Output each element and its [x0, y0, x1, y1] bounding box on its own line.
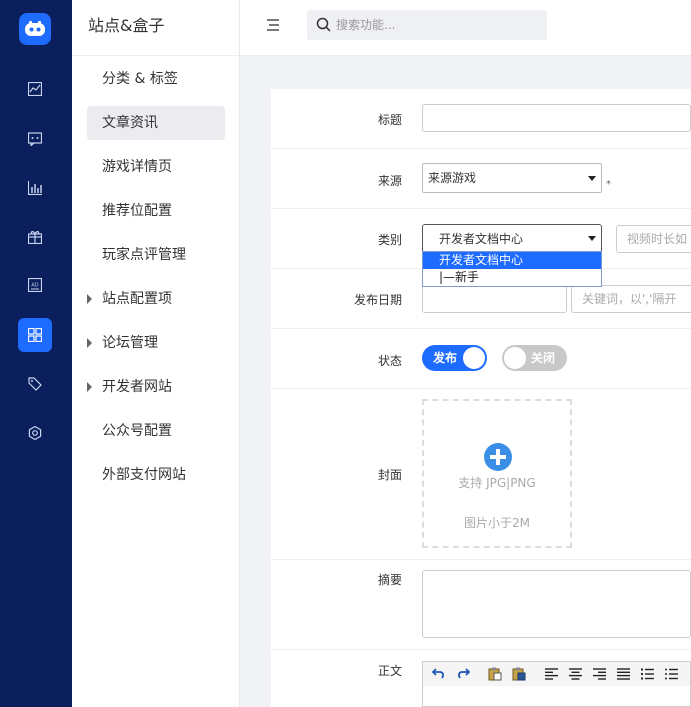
message-icon[interactable]: [18, 122, 52, 156]
paste-icon[interactable]: [487, 666, 503, 682]
sidebar-item-label: 推荐位配置: [102, 203, 172, 219]
video-duration-input[interactable]: 视频时长如: [616, 225, 691, 253]
sidebar-item-forum[interactable]: 论坛管理: [87, 326, 225, 360]
sidebar-item-label: 玩家点评管理: [102, 247, 186, 263]
category-dropdown: 开发者文档中心 |—新手: [422, 251, 602, 287]
search-placeholder: 搜索功能...: [336, 18, 396, 32]
gift-icon[interactable]: [18, 220, 52, 254]
body-label: 正文: [377, 664, 402, 678]
category-select[interactable]: 开发者文档中心: [422, 224, 602, 254]
sidebar-item-developer-site[interactable]: 开发者网站: [87, 370, 225, 404]
sidebar-title: 站点&盒子: [72, 0, 239, 56]
sidebar-item-label: 公众号配置: [102, 423, 172, 439]
cover-upload[interactable]: 支持 JPG|PNG 图片小于2M: [422, 399, 572, 548]
settings-icon[interactable]: [18, 416, 52, 450]
caret-right-icon: [87, 338, 92, 348]
align-right-icon[interactable]: [591, 666, 607, 682]
publish-toggle[interactable]: 发布: [422, 345, 487, 371]
summary-row: 摘要: [271, 560, 691, 650]
sidebar-item-game-details[interactable]: 游戏详情页: [87, 150, 225, 184]
upload-size-hint: 图片小于2M: [464, 516, 530, 530]
dropdown-arrow-icon: [588, 176, 596, 181]
upload-plus-icon: [484, 443, 512, 471]
sidebar-item-label: 开发者网站: [102, 379, 172, 395]
status-label: 状态: [377, 354, 402, 368]
title-input[interactable]: [422, 104, 691, 132]
sidebar-item-label: 文章资讯: [102, 115, 158, 131]
close-toggle-label: 关闭: [531, 351, 556, 365]
caret-right-icon: [87, 294, 92, 304]
chart-line-icon[interactable]: [18, 72, 52, 106]
tag-icon[interactable]: [18, 367, 52, 401]
redo-icon[interactable]: [455, 666, 471, 682]
article-form: 标题 来源 来源游戏 * 类别 开发者文档中心 视频时长如 开发者文档中心 |—…: [271, 89, 691, 707]
status-row: 状态 发布 关闭: [271, 329, 691, 389]
logo-icon[interactable]: [19, 13, 51, 45]
editor-toolbar: [422, 661, 691, 687]
required-mark: *: [606, 179, 611, 190]
category-label: 类别: [377, 233, 402, 247]
paste-word-icon[interactable]: [511, 666, 527, 682]
ad-icon[interactable]: AD: [18, 268, 52, 302]
summary-textarea[interactable]: [422, 570, 691, 638]
sidebar-item-label: 站点配置项: [102, 291, 172, 307]
sidebar-item-site-config[interactable]: 站点配置项: [87, 282, 225, 316]
publish-date-input[interactable]: [422, 285, 567, 313]
category-option[interactable]: |—新手: [423, 269, 601, 286]
sidebar-item-label: 外部支付网站: [102, 467, 186, 483]
source-select-value: 来源游戏: [428, 171, 477, 185]
sidebar-menu: 分类 & 标签 文章资讯 游戏详情页 推荐位配置 玩家点评管理 站点配置项 论坛…: [72, 62, 240, 502]
close-toggle[interactable]: 关闭: [502, 345, 567, 371]
title-row: 标题: [271, 89, 691, 149]
cover-label: 封面: [377, 468, 402, 482]
align-left-icon[interactable]: [543, 666, 559, 682]
menu-toggle-icon[interactable]: [266, 18, 280, 36]
category-option[interactable]: 开发者文档中心: [423, 252, 601, 269]
caret-right-icon: [87, 382, 92, 392]
sidebar-item-external-payment[interactable]: 外部支付网站: [87, 458, 225, 492]
icon-rail: AD: [0, 0, 72, 707]
secondary-sidebar: 站点&盒子 分类 & 标签 文章资讯 游戏详情页 推荐位配置 玩家点评管理 站点…: [72, 0, 240, 707]
category-select-value: 开发者文档中心: [439, 232, 524, 246]
publish-toggle-label: 发布: [433, 351, 458, 365]
sidebar-item-official-account[interactable]: 公众号配置: [87, 414, 225, 448]
toggle-knob: [504, 347, 526, 369]
grid-icon[interactable]: [18, 318, 52, 352]
editor-body[interactable]: [422, 686, 691, 707]
search-icon: [316, 17, 331, 36]
keywords-input[interactable]: 关键词，以','隔开: [571, 285, 691, 313]
sidebar-item-recommend-slots[interactable]: 推荐位配置: [87, 194, 225, 228]
sidebar-item-label: 游戏详情页: [102, 159, 172, 175]
top-bar: 搜索功能...: [240, 0, 691, 56]
undo-icon[interactable]: [431, 666, 447, 682]
source-label: 来源: [377, 174, 402, 188]
sidebar-item-articles[interactable]: 文章资讯: [87, 106, 225, 140]
sidebar-item-player-reviews[interactable]: 玩家点评管理: [87, 238, 225, 272]
sidebar-item-categories[interactable]: 分类 & 标签: [87, 62, 225, 96]
align-justify-icon[interactable]: [615, 666, 631, 682]
sidebar-item-label: 分类 & 标签: [102, 71, 178, 87]
ordered-list-icon[interactable]: [639, 666, 655, 682]
summary-label: 摘要: [377, 573, 402, 587]
upload-format-hint: 支持 JPG|PNG: [458, 476, 536, 490]
bar-chart-icon[interactable]: [18, 171, 52, 205]
sidebar-item-label: 论坛管理: [102, 335, 158, 351]
search-input[interactable]: 搜索功能...: [307, 10, 547, 40]
align-center-icon[interactable]: [567, 666, 583, 682]
unordered-list-icon[interactable]: [663, 666, 679, 682]
source-row: 来源 来源游戏 *: [271, 149, 691, 209]
dropdown-arrow-icon: [588, 236, 596, 241]
title-label: 标题: [377, 113, 402, 127]
svg-text:AD: AD: [31, 283, 38, 289]
toggle-knob: [463, 347, 485, 369]
publish-date-label: 发布日期: [353, 293, 402, 307]
source-select[interactable]: 来源游戏: [422, 163, 602, 193]
